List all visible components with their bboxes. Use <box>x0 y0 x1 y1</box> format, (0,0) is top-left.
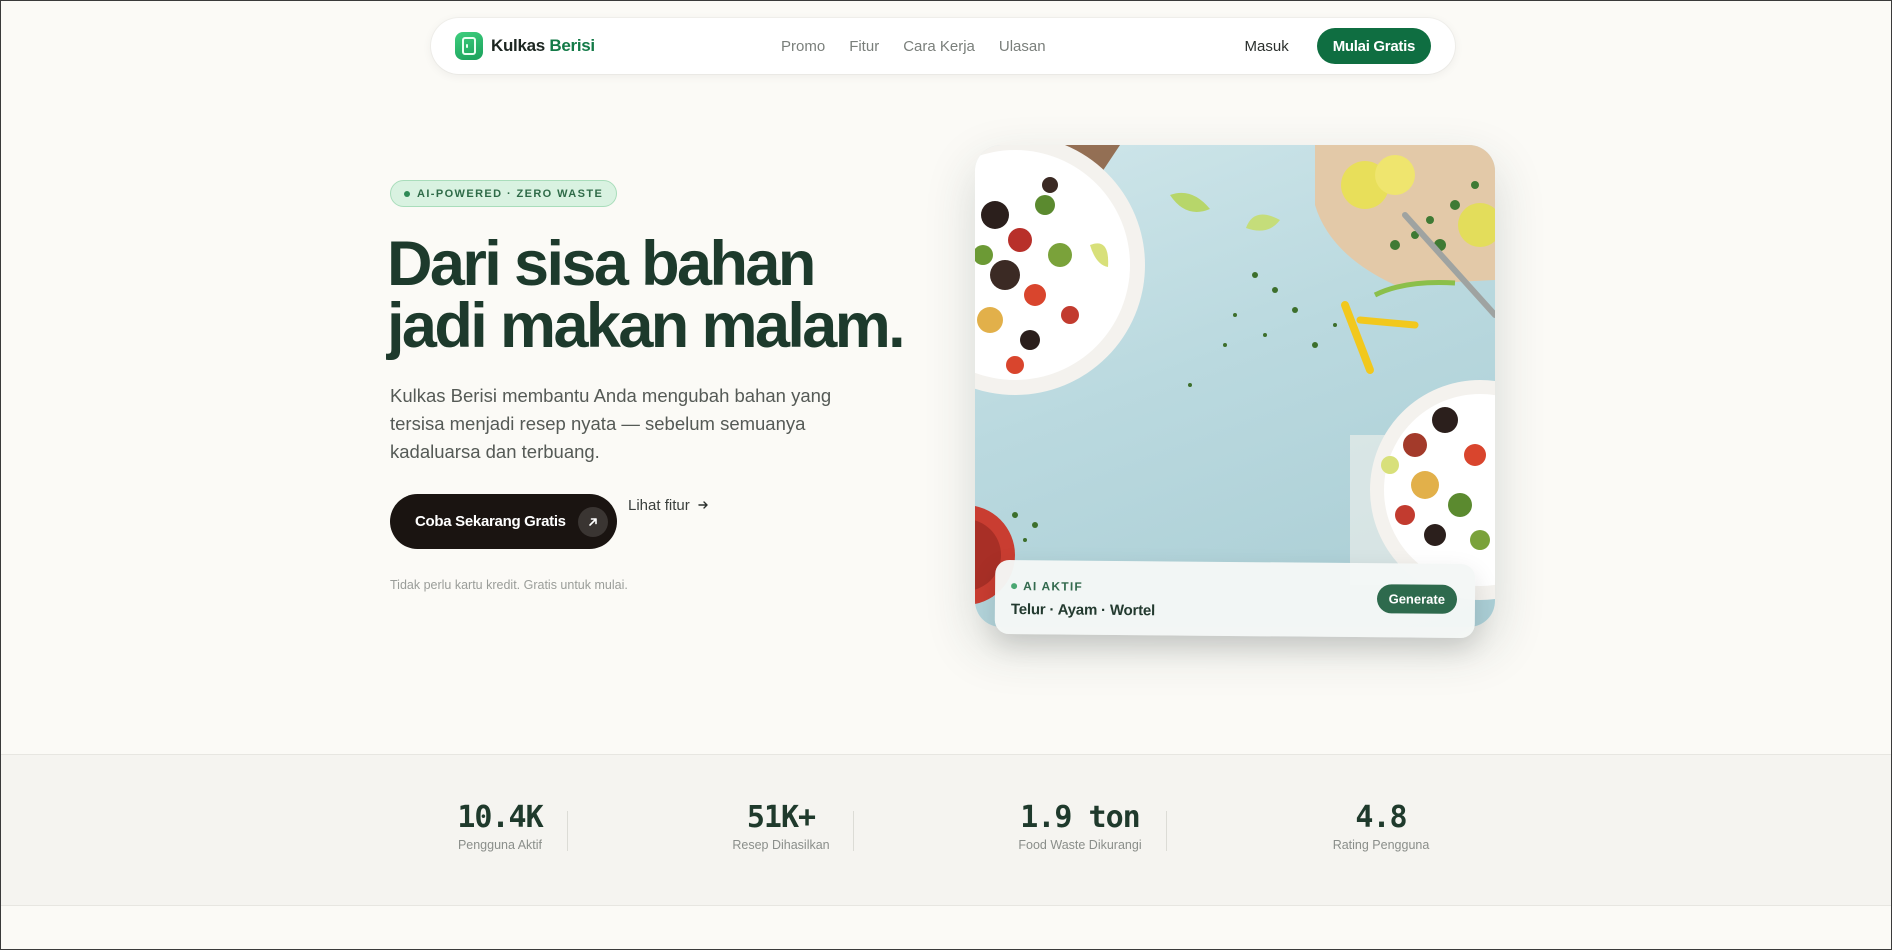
hero-note: Tidak perlu kartu kredit. Gratis untuk m… <box>390 578 628 592</box>
stat-label: Rating Pengguna <box>1332 838 1430 852</box>
hero-food-image <box>975 145 1495 627</box>
stat-recipes-generated: 51K+ Resep Dihasilkan <box>723 800 839 852</box>
fridge-icon <box>455 32 483 60</box>
stat-divider <box>567 811 568 851</box>
hero-headline: Dari sisa bahan jadi makan malam. <box>387 229 947 361</box>
brand-accent: Berisi <box>549 36 595 55</box>
ai-status-text: AI AKTIF <box>1023 579 1083 594</box>
nav-link-promo[interactable]: Promo <box>781 38 825 55</box>
brand-prefix: Kulkas <box>491 36 545 55</box>
stat-value: 51K+ <box>746 800 816 835</box>
top-navbar: Kulkas Berisi Promo Fitur Cara Kerja Ula… <box>431 18 1455 74</box>
stat-value: 10.4K <box>457 800 543 835</box>
generate-button[interactable]: Generate <box>1376 584 1458 614</box>
badge-dot-icon <box>404 190 410 197</box>
see-features-label: Lihat fitur <box>628 497 690 514</box>
arrow-up-right-icon <box>577 506 608 537</box>
stat-divider <box>1166 811 1167 851</box>
stat-divider <box>853 811 854 851</box>
hero-badge: AI-POWERED · ZERO WASTE <box>390 180 618 207</box>
stat-label: Food Waste Dikurangi <box>1018 838 1142 852</box>
nav-links: Promo Fitur Cara Kerja Ulasan <box>781 38 1046 55</box>
brand-name: Kulkas Berisi <box>491 36 595 56</box>
headline-line-1: Dari sisa bahan <box>387 229 816 299</box>
headline-line-2: jadi makan malam. <box>387 291 906 361</box>
nav-link-fitur[interactable]: Fitur <box>849 38 879 55</box>
try-free-label: Coba Sekarang Gratis <box>415 513 566 530</box>
try-free-button[interactable]: Coba Sekarang Gratis <box>390 494 617 549</box>
stat-value: 4.8 <box>1355 800 1407 835</box>
stat-active-users: 10.4K Pengguna Aktif <box>455 800 545 852</box>
ai-status-label: AI AKTIF <box>1011 579 1083 594</box>
see-features-link[interactable]: Lihat fitur <box>628 497 709 514</box>
stat-label: Resep Dihasilkan <box>732 838 830 852</box>
stat-food-waste: 1.9 ton Food Waste Dikurangi <box>1011 800 1149 852</box>
stats-bar: 10.4K Pengguna Aktif 51K+ Resep Dihasilk… <box>1 754 1891 906</box>
stat-user-rating: 4.8 Rating Pengguna <box>1326 800 1436 852</box>
status-dot-icon <box>1011 583 1018 590</box>
badge-text: AI-POWERED · ZERO WASTE <box>417 187 604 200</box>
hero-lead: Kulkas Berisi membantu Anda mengubah bah… <box>390 385 832 462</box>
brand-logo-link[interactable]: Kulkas Berisi <box>455 32 685 60</box>
nav-link-ulasan[interactable]: Ulasan <box>999 38 1046 55</box>
ai-ingredients: Telur · Ayam · Wortel <box>1010 601 1156 620</box>
stat-value: 1.9 ton <box>1020 800 1140 835</box>
arrow-right-icon <box>698 497 709 514</box>
ai-status-card: AI AKTIF Telur · Ayam · Wortel Generate <box>994 559 1476 639</box>
nav-actions: Masuk Mulai Gratis <box>1245 28 1431 64</box>
start-free-button[interactable]: Mulai Gratis <box>1316 28 1431 64</box>
stat-label: Pengguna Aktif <box>457 838 543 852</box>
nav-link-cara-kerja[interactable]: Cara Kerja <box>903 38 975 55</box>
login-link[interactable]: Masuk <box>1245 38 1289 55</box>
